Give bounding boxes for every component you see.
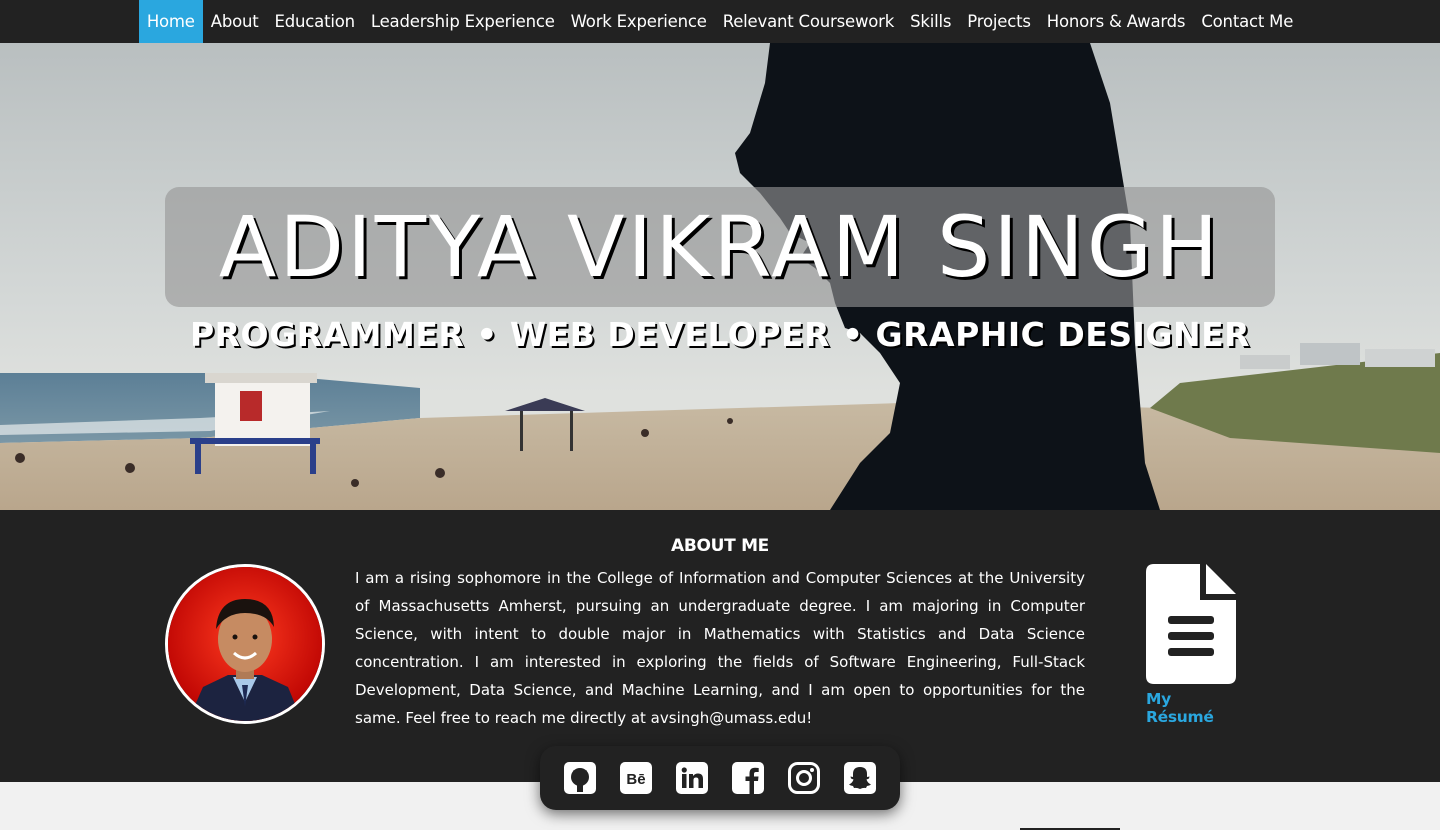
top-navbar: Home About Education Leadership Experien… xyxy=(0,0,1440,43)
hero-name: ADITYA VIKRAM SINGH xyxy=(218,198,1222,296)
about-paragraph: I am a rising sophomore in the College o… xyxy=(355,569,1085,727)
about-title: ABOUT ME xyxy=(670,536,769,556)
nav-item-relevant-coursework[interactable]: Relevant Coursework xyxy=(715,0,902,43)
github-icon[interactable] xyxy=(564,762,596,794)
social-links-bar: Bē xyxy=(540,746,900,810)
resume-link[interactable]: My Résumé xyxy=(1146,564,1236,726)
nav-item-home[interactable]: Home xyxy=(138,0,203,43)
behance-icon[interactable]: Bē xyxy=(620,762,652,794)
nav-item-skills[interactable]: Skills xyxy=(902,0,959,43)
profile-photo xyxy=(168,567,322,721)
nav-item-education[interactable]: Education xyxy=(267,0,363,43)
facebook-icon[interactable] xyxy=(732,762,764,794)
snapchat-icon[interactable] xyxy=(844,762,876,794)
avatar xyxy=(165,564,325,724)
hero-banner: ADITYA VIKRAM SINGH PROGRAMMER • WEB DEV… xyxy=(0,43,1440,510)
resume-label[interactable]: My Résumé xyxy=(1146,690,1236,726)
nav-item-honors-awards[interactable]: Honors & Awards xyxy=(1039,0,1194,43)
hero-name-box: ADITYA VIKRAM SINGH xyxy=(165,187,1275,307)
linkedin-icon[interactable] xyxy=(676,762,708,794)
document-icon xyxy=(1146,564,1236,684)
nav-item-projects[interactable]: Projects xyxy=(959,0,1038,43)
hero-tagline: PROGRAMMER • WEB DEVELOPER • GRAPHIC DES… xyxy=(189,315,1251,354)
nav-item-contact-me[interactable]: Contact Me xyxy=(1193,0,1301,43)
svg-text:Bē: Bē xyxy=(626,771,645,788)
nav-item-leadership-experience[interactable]: Leadership Experience xyxy=(363,0,563,43)
nav-item-about[interactable]: About xyxy=(203,0,267,43)
about-section: ABOUT ME I am a rising sophomore in the … xyxy=(0,510,1440,782)
nav-menu: Home About Education Leadership Experien… xyxy=(138,0,1301,43)
nav-item-work-experience[interactable]: Work Experience xyxy=(563,0,715,43)
instagram-icon[interactable] xyxy=(788,762,820,794)
